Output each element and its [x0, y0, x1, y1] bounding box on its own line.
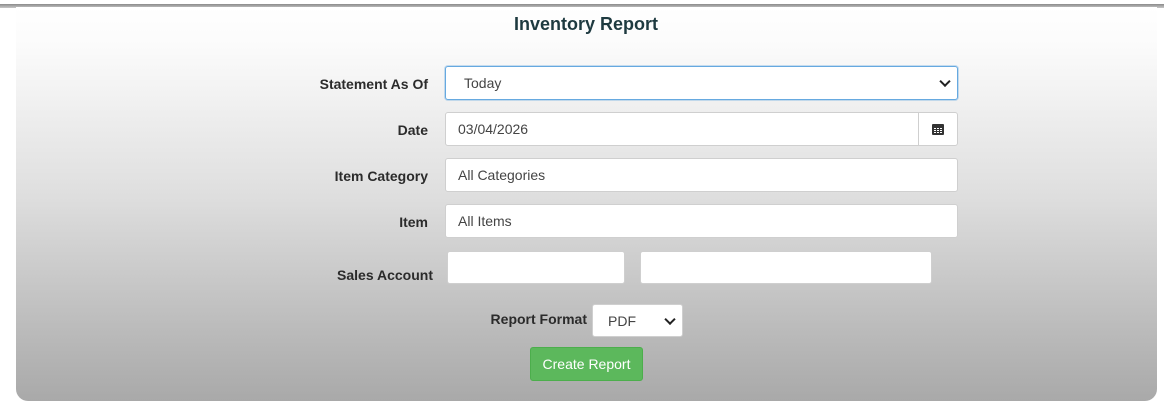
- chevron-down-icon: [664, 313, 676, 325]
- page-title: Inventory Report: [513, 14, 659, 34]
- item-category-input[interactable]: All Categories: [445, 158, 958, 192]
- item-label: Item: [399, 214, 428, 230]
- item-value: All Items: [458, 213, 512, 229]
- chevron-down-icon: [939, 75, 951, 88]
- date-value: 03/04/2026: [458, 121, 529, 137]
- item-category-label: Item Category: [334, 168, 428, 184]
- statement-as-of-value: Today: [464, 75, 502, 91]
- create-report-button[interactable]: Create Report: [530, 347, 643, 381]
- statement-as-of-select[interactable]: Today: [445, 66, 958, 100]
- sales-account-code-input[interactable]: [447, 251, 625, 284]
- report-format-value: PDF: [608, 312, 636, 329]
- sales-account-name-input[interactable]: [640, 251, 932, 284]
- statement-as-of-label: Statement As Of: [319, 76, 428, 92]
- item-input[interactable]: All Items: [445, 204, 958, 238]
- sales-account-label: Sales Account: [337, 267, 433, 283]
- calendar-icon: [932, 123, 944, 135]
- item-category-value: All Categories: [458, 167, 546, 183]
- date-input[interactable]: 03/04/2026: [445, 112, 958, 146]
- date-label: Date: [397, 122, 428, 138]
- report-format-label: Report Format: [490, 311, 587, 327]
- report-format-select[interactable]: PDF: [592, 304, 683, 337]
- date-picker-button[interactable]: [918, 113, 957, 145]
